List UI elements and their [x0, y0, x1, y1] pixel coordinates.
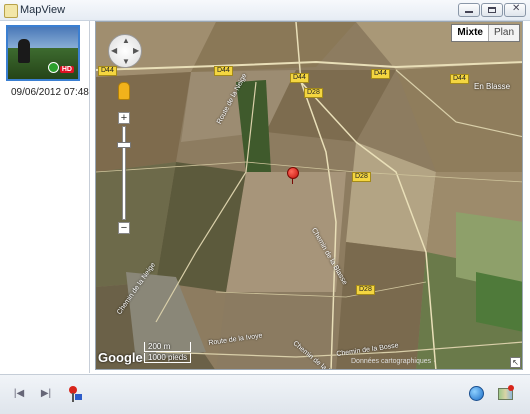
pan-down-icon[interactable]: ▼ [122, 58, 130, 66]
road-label-d44: D44 [371, 69, 390, 79]
location-marker-icon[interactable] [287, 167, 299, 179]
next-button[interactable]: ▶| [37, 385, 55, 403]
window-title: MapView [20, 4, 66, 16]
pan-control[interactable]: ▲ ▼ ◀ ▶ [108, 34, 142, 68]
expand-map-icon[interactable]: ↖ [510, 357, 521, 368]
road-label-d28: D28 [352, 172, 371, 182]
pin-icon-flag [75, 394, 82, 400]
bottom-toolbar: |◀ ▶| [0, 374, 530, 414]
road-label-d28: D28 [304, 88, 323, 98]
app-icon [4, 4, 18, 18]
google-logo: Google [98, 350, 143, 365]
pin-icon-stick [72, 393, 74, 402]
maptype-plan[interactable]: Plan [487, 25, 519, 41]
thumbnail-date: 09/06/2012 07:48 [11, 87, 89, 98]
skip-previous-icon: |◀ [13, 388, 25, 399]
globe-icon [469, 386, 484, 401]
minimize-icon [465, 11, 473, 13]
zoom-in-button[interactable]: + [118, 112, 130, 124]
minimize-button[interactable] [458, 3, 480, 17]
marker-pin [292, 178, 293, 184]
location-pin-button[interactable] [66, 385, 84, 403]
street-view-pegman-icon[interactable] [118, 82, 130, 100]
map-type-control: Mixte Plan [451, 24, 520, 42]
thumbnail-person [18, 39, 30, 63]
map-view[interactable]: ▲ ▼ ◀ ▶ + − Mixte Plan D44 D44 D44 D44 D… [95, 21, 523, 370]
previous-button[interactable]: |◀ [10, 385, 28, 403]
zoom-slider-track[interactable] [122, 126, 126, 220]
road-label-d44: D44 [214, 66, 233, 76]
zoom-out-button[interactable]: − [118, 222, 130, 234]
camera-icon [48, 62, 59, 73]
hd-badge: HD [59, 66, 74, 73]
media-thumbnail[interactable]: HD [6, 25, 80, 81]
close-button[interactable]: ✕ [504, 3, 526, 17]
globe-button[interactable] [468, 385, 486, 403]
place-label: En Blasse [474, 82, 511, 91]
close-icon: ✕ [512, 3, 521, 14]
maptype-mixte[interactable]: Mixte [452, 25, 488, 41]
road-label-d44: D44 [98, 66, 117, 76]
map-pin-button[interactable] [497, 385, 515, 403]
scale-metric: 200 m [144, 342, 192, 352]
maximize-icon [488, 7, 496, 13]
road-label-d44: D44 [450, 74, 469, 84]
skip-next-icon: ▶| [40, 388, 52, 399]
map-pin-icon [508, 385, 514, 391]
maximize-button[interactable] [481, 3, 503, 17]
pan-up-icon[interactable]: ▲ [122, 37, 130, 45]
scale-imperial: 1000 pieds [144, 353, 192, 363]
map-scale: 200 m 1000 pieds [144, 341, 192, 363]
map-credits[interactable]: Données cartographiques · [351, 358, 435, 365]
pan-right-icon[interactable]: ▶ [133, 47, 139, 55]
road-label-d44: D44 [290, 73, 309, 83]
zoom-slider-thumb[interactable] [117, 142, 131, 148]
pan-left-icon[interactable]: ◀ [111, 47, 117, 55]
road-label-d28: D28 [356, 285, 375, 295]
sidebar: HD 09/06/2012 07:48 [0, 21, 90, 373]
title-bar: MapView ✕ [0, 0, 530, 21]
